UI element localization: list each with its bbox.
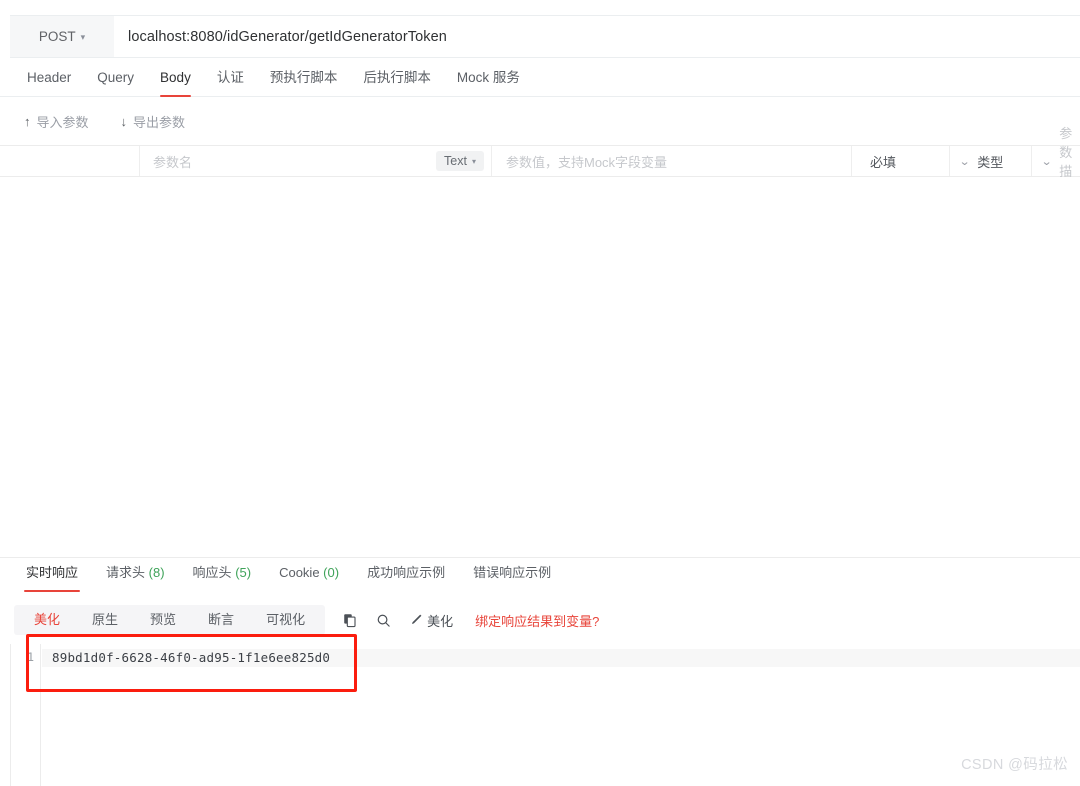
bind-link-label: 绑定响应结果到变量? (475, 613, 600, 629)
view-tab-raw[interactable]: 原生 (76, 605, 134, 635)
copy-icon[interactable] (343, 613, 358, 628)
url-input[interactable]: localhost:8080/idGenerator/getIdGenerato… (114, 16, 1080, 57)
tab-count: (5) (235, 565, 252, 580)
request-url-bar: POST ▾ localhost:8080/idGenerator/getIdG… (10, 15, 1080, 58)
arrow-down-icon: ↓ (120, 113, 128, 129)
tab-label: Mock 服务 (456, 70, 520, 85)
tab-label: Header (27, 70, 72, 85)
view-tab-pretty[interactable]: 美化 (18, 605, 76, 635)
view-tab-label: 美化 (34, 612, 61, 627)
bind-response-to-variable-link[interactable]: 绑定响应结果到变量? (475, 611, 599, 630)
param-type-select[interactable]: ⌄ 类型 (950, 146, 1032, 176)
chevron-down-icon: ▾ (471, 156, 476, 166)
param-value-input[interactable]: 参数值，支持Mock字段变量 (492, 146, 852, 176)
chevron-down-icon: ⌄ (958, 155, 971, 168)
tab-label: 请求头 (106, 565, 146, 580)
response-code-editor[interactable]: 1 89bd1d0f-6628-46f0-ad95-1f1e6ee825d0 (10, 644, 1080, 786)
response-view-tab-group: 美化 原生 预览 断言 可视化 (14, 605, 326, 635)
chevron-down-icon: ▾ (80, 32, 86, 42)
view-tab-label: 断言 (208, 612, 235, 627)
view-tab-label: 可视化 (266, 612, 306, 627)
tab-mock-service[interactable]: Mock 服务 (444, 64, 533, 96)
tab-label: Query (97, 70, 135, 85)
tab-body[interactable]: Body (147, 64, 204, 97)
tab-pre-script[interactable]: 预执行脚本 (257, 64, 351, 96)
request-section-tabs: Header Query Body 认证 预执行脚本 后执行脚本 Mock 服务 (0, 64, 1080, 97)
view-tab-label: 原生 (92, 612, 119, 627)
import-params-button[interactable]: ↑ 导入参数 (24, 112, 89, 131)
param-type-value: Text (444, 154, 467, 168)
http-method-selector[interactable]: POST ▾ (10, 16, 114, 57)
tab-label: Cookie (279, 565, 320, 580)
tab-cookie[interactable]: Cookie (0) (265, 558, 353, 592)
param-desc-input[interactable]: ⌄ 参数描述 (1032, 126, 1080, 198)
tab-label: 实时响应 (26, 565, 79, 580)
tab-request-headers[interactable]: 请求头 (8) (92, 558, 179, 592)
export-params-label: 导出参数 (133, 114, 186, 130)
tab-count: (0) (323, 565, 340, 580)
tab-label: 认证 (216, 70, 244, 85)
tab-label: 后执行脚本 (363, 70, 431, 85)
tab-realtime-response[interactable]: 实时响应 (12, 558, 92, 592)
view-tab-preview[interactable]: 预览 (134, 605, 192, 635)
wand-icon (412, 614, 422, 625)
param-toolbar: ↑ 导入参数 ↓ 导出参数 (0, 97, 1080, 145)
tab-response-headers[interactable]: 响应头 (5) (179, 558, 266, 592)
tab-post-script[interactable]: 后执行脚本 (350, 64, 444, 96)
param-value-placeholder: 参数值，支持Mock字段变量 (506, 154, 668, 170)
api-debug-screen: POST ▾ localhost:8080/idGenerator/getIdG… (0, 0, 1080, 786)
format-beautify-button[interactable]: 美化 (409, 611, 453, 630)
tab-label: 预执行脚本 (269, 70, 338, 85)
tab-label: 错误响应示例 (473, 565, 552, 580)
tab-auth[interactable]: 认证 (204, 64, 257, 96)
tab-label: 响应头 (192, 565, 232, 580)
param-required-select[interactable]: 必填 (852, 146, 950, 176)
view-tab-label: 预览 (150, 612, 177, 627)
editor-line-number-gutter: 1 (11, 644, 41, 786)
param-name-input[interactable]: 参数名 Text ▾ (140, 146, 492, 176)
url-value: localhost:8080/idGenerator/getIdGenerato… (128, 28, 447, 45)
tab-label: 成功响应示例 (367, 565, 446, 580)
response-section-tabs: 实时响应 请求头 (8) 响应头 (5) Cookie (0) 成功响应示例 错… (0, 557, 1080, 593)
view-tab-visualize[interactable]: 可视化 (250, 605, 321, 635)
param-required-label: 必填 (870, 154, 897, 170)
watermark: CSDN @码拉松 (961, 757, 1068, 773)
view-tab-assertion[interactable]: 断言 (192, 605, 250, 635)
param-type-dropdown[interactable]: Text ▾ (436, 151, 484, 171)
code-line: 89bd1d0f-6628-46f0-ad95-1f1e6ee825d0 (42, 649, 1080, 667)
http-method-label: POST (38, 29, 76, 44)
tab-success-example[interactable]: 成功响应示例 (353, 558, 459, 592)
chevron-down-icon: ⌄ (1040, 155, 1053, 168)
line-number: 1 (27, 650, 34, 664)
tab-error-example[interactable]: 错误响应示例 (459, 558, 565, 592)
body-params-empty-area[interactable] (0, 177, 1080, 557)
param-select-column (0, 146, 140, 176)
export-params-button[interactable]: ↓ 导出参数 (121, 112, 186, 131)
tab-count: (8) (148, 565, 165, 580)
param-table-header-row: 参数名 Text ▾ 参数值，支持Mock字段变量 必填 ⌄ 类型 ⌄ 参数描述 (0, 126, 1080, 198)
import-params-label: 导入参数 (36, 114, 89, 130)
tab-header[interactable]: Header (14, 64, 84, 96)
arrow-up-icon: ↑ (24, 113, 31, 129)
editor-content[interactable]: 89bd1d0f-6628-46f0-ad95-1f1e6ee825d0 (42, 644, 1080, 667)
format-beautify-label: 美化 (427, 613, 454, 629)
response-view-toolbar: 美化 原生 预览 断言 可视化 美化 绑定响应结果到变量? (0, 604, 1080, 636)
param-name-placeholder: 参数名 (153, 154, 193, 170)
search-icon[interactable] (376, 613, 391, 628)
tab-query[interactable]: Query (84, 64, 147, 96)
param-type-label: 类型 (977, 154, 1004, 170)
tab-label: Body (160, 70, 191, 85)
